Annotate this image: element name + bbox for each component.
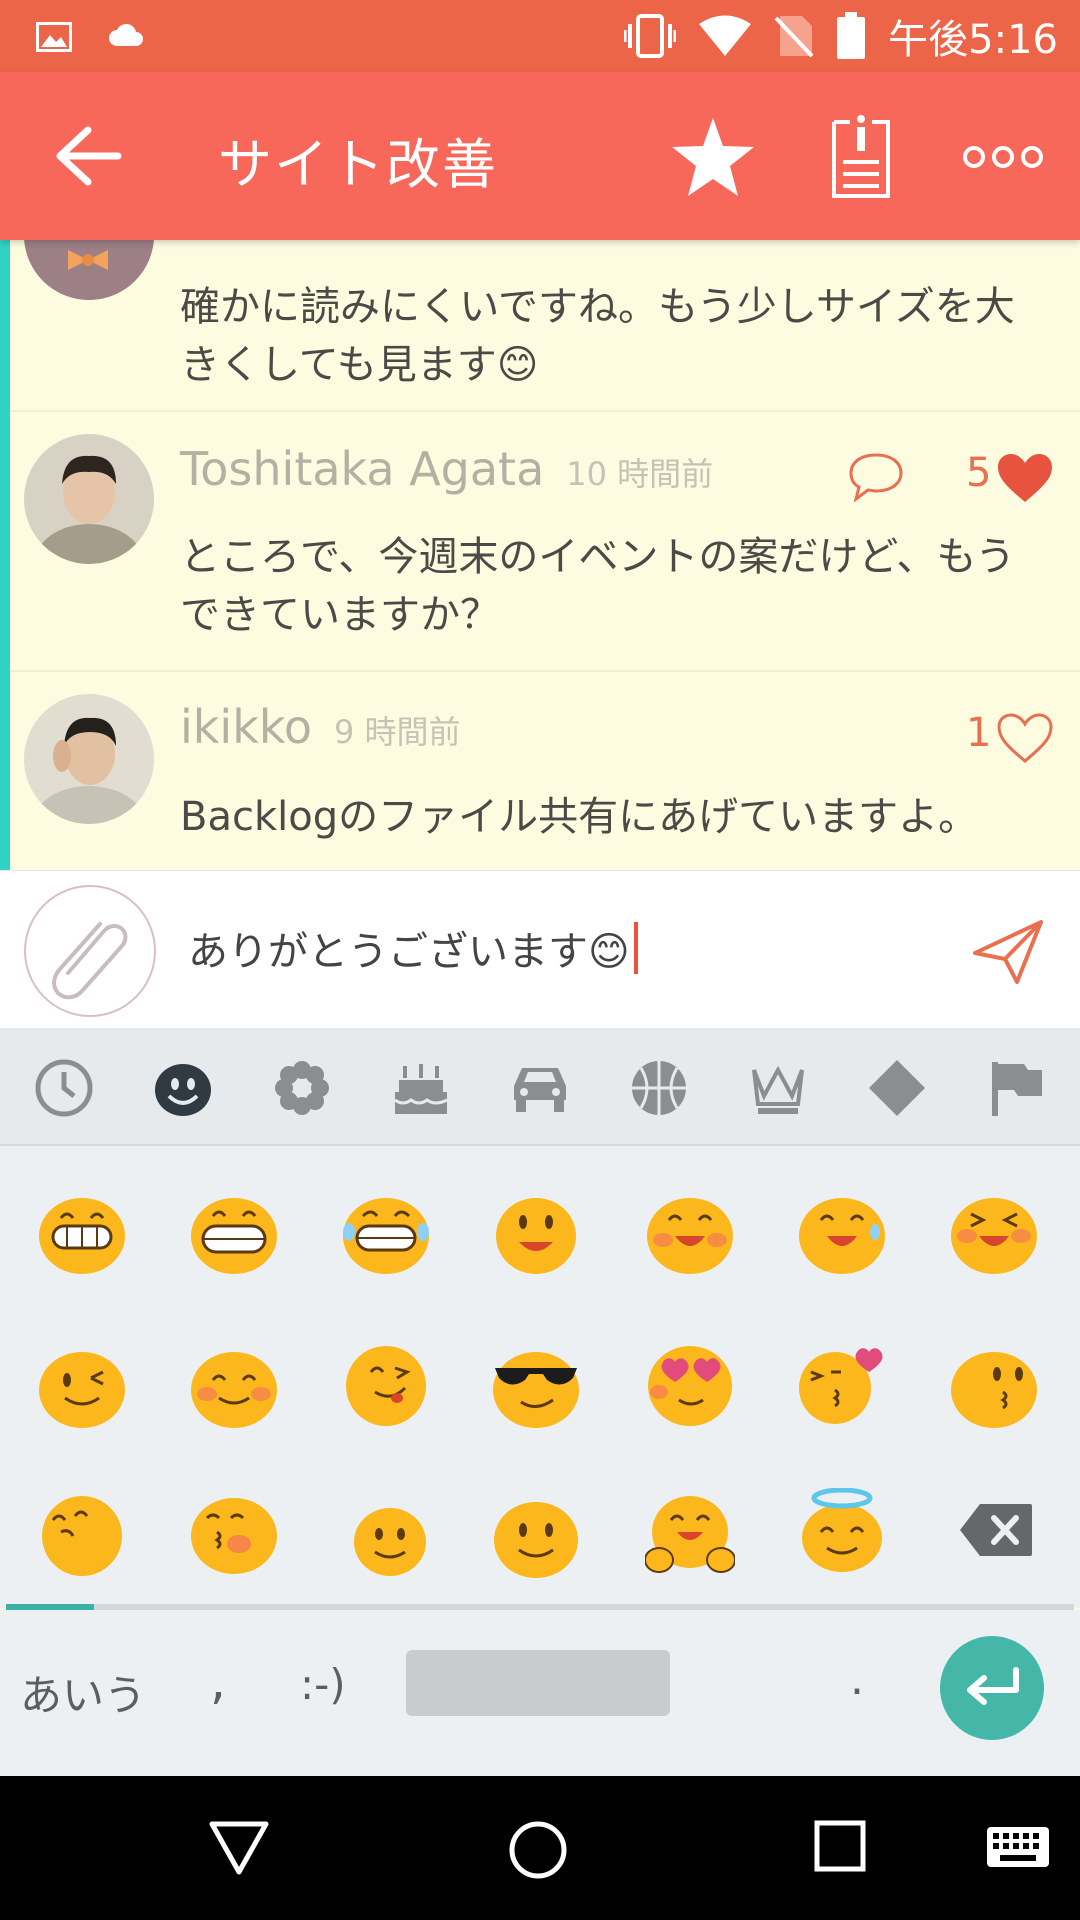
home-circle-icon[interactable] bbox=[508, 1820, 568, 1880]
emoji-category-bar bbox=[0, 1028, 1080, 1146]
keyboard-icon[interactable] bbox=[986, 1826, 1050, 1868]
cake-icon[interactable] bbox=[389, 1056, 453, 1120]
wink-emoji[interactable] bbox=[37, 1346, 127, 1430]
ball-icon[interactable] bbox=[627, 1056, 691, 1120]
kissing-closed-eyes-emoji[interactable] bbox=[189, 1492, 279, 1576]
accent-rail bbox=[0, 240, 10, 870]
slight-smile-emoji[interactable] bbox=[345, 1498, 435, 1582]
comment-text: Backlogのファイル共有にあげていますよ。 bbox=[180, 794, 979, 840]
comma-key[interactable]: , bbox=[210, 1652, 226, 1710]
heart-eyes-emoji[interactable] bbox=[645, 1342, 735, 1426]
flower-icon[interactable] bbox=[270, 1056, 334, 1120]
language-key[interactable]: あいう bbox=[20, 1662, 146, 1723]
period-key[interactable]: . bbox=[850, 1654, 864, 1705]
smiley-text-key[interactable]: :-) bbox=[300, 1660, 346, 1709]
like-count: 1 bbox=[966, 710, 992, 756]
relieved-emoji[interactable] bbox=[37, 1492, 127, 1576]
crown-icon[interactable] bbox=[746, 1056, 810, 1120]
more-options-icon[interactable] bbox=[962, 142, 1044, 172]
text-cursor bbox=[633, 922, 638, 974]
back-triangle-icon[interactable] bbox=[208, 1820, 270, 1876]
comment-list[interactable]: 確かに読みにくいですね。もう少しサイズを大きくしても見ます😊 Toshitaka… bbox=[0, 240, 1080, 870]
sunglasses-emoji[interactable] bbox=[491, 1346, 581, 1430]
sweat-smile-emoji[interactable] bbox=[797, 1192, 887, 1276]
grinning-emoji[interactable] bbox=[37, 1192, 127, 1276]
cloud-icon bbox=[109, 23, 143, 46]
comment-item: 確かに読みにくいですね。もう少しサイズを大きくしても見ます😊 bbox=[10, 240, 1080, 412]
yum-emoji[interactable] bbox=[341, 1342, 431, 1426]
attach-button[interactable] bbox=[24, 885, 156, 1017]
smiling-mouth-emoji[interactable] bbox=[491, 1192, 581, 1276]
car-icon[interactable] bbox=[508, 1056, 572, 1120]
halo-emoji[interactable] bbox=[797, 1488, 887, 1572]
paperclip-icon bbox=[52, 922, 128, 1000]
send-icon[interactable] bbox=[972, 919, 1044, 985]
comment-timestamp: 9 時間前 bbox=[333, 713, 461, 751]
status-bar: 午後5:16 bbox=[0, 0, 1080, 72]
star-icon[interactable] bbox=[670, 116, 756, 198]
enter-button[interactable] bbox=[940, 1636, 1044, 1740]
smiling-eyes-open-mouth-emoji[interactable] bbox=[645, 1192, 735, 1276]
no-sim-icon bbox=[774, 16, 814, 58]
flag-icon[interactable] bbox=[984, 1056, 1048, 1120]
document-info-icon[interactable] bbox=[830, 114, 892, 198]
avatar[interactable] bbox=[24, 434, 154, 564]
smile-emoji[interactable] bbox=[491, 1496, 581, 1580]
kissing-heart-emoji[interactable] bbox=[797, 1342, 887, 1426]
avatar[interactable] bbox=[24, 240, 154, 300]
page-title: サイト改善 bbox=[218, 133, 498, 196]
comment-text: 確かに読みにくいですね。もう少しサイズを大きくしても見ます😊 bbox=[180, 284, 1015, 388]
wifi-icon bbox=[699, 15, 752, 56]
like-count: 5 bbox=[966, 450, 992, 496]
backspace-icon[interactable] bbox=[958, 1502, 1034, 1558]
kissing-emoji[interactable] bbox=[949, 1346, 1039, 1430]
comment-author: Toshitaka Agata 10 時間前 bbox=[180, 442, 714, 496]
message-input[interactable]: ありがとうございます😊 bbox=[188, 919, 638, 977]
battery-icon bbox=[837, 12, 866, 59]
diamond-icon[interactable] bbox=[865, 1056, 929, 1120]
recent-icon[interactable] bbox=[32, 1056, 96, 1120]
navigation-bar bbox=[0, 1776, 1080, 1920]
comment-item: Toshitaka Agata 10 時間前 5 ところで、今週末のイベントの案だ… bbox=[10, 412, 1080, 672]
message-composer: ありがとうございます😊 bbox=[0, 870, 1080, 1028]
hugging-emoji[interactable] bbox=[645, 1492, 735, 1576]
keyboard-bottom-row: あいう , :-) . bbox=[0, 1610, 1080, 1776]
back-arrow-icon[interactable] bbox=[52, 124, 122, 188]
reply-icon[interactable] bbox=[848, 452, 904, 502]
status-time: 午後5:16 bbox=[888, 17, 1058, 63]
comment-author: ikikko 9 時間前 bbox=[180, 700, 461, 754]
app-bar: サイト改善 bbox=[0, 72, 1080, 240]
smiley-icon[interactable] bbox=[151, 1056, 215, 1120]
heart-filled-icon[interactable] bbox=[996, 452, 1054, 504]
big-grin-emoji[interactable] bbox=[189, 1192, 279, 1276]
vibrate-icon bbox=[624, 14, 677, 58]
squinting-laugh-emoji[interactable] bbox=[949, 1192, 1039, 1276]
image-icon bbox=[36, 22, 72, 52]
emoji-grid bbox=[0, 1146, 1080, 1608]
avatar[interactable] bbox=[24, 694, 154, 824]
tears-of-joy-emoji[interactable] bbox=[341, 1192, 431, 1276]
space-key[interactable] bbox=[406, 1650, 670, 1716]
comment-text: ところで、今週末のイベントの案だけど、もうできていますか？ bbox=[180, 534, 1016, 638]
comment-item: ikikko 9 時間前 1 Backlogのファイル共有にあげていますよ。 bbox=[10, 672, 1080, 870]
heart-outline-icon[interactable] bbox=[996, 712, 1054, 764]
blush-emoji[interactable] bbox=[189, 1346, 279, 1430]
enter-arrow-icon bbox=[967, 1667, 1019, 1705]
recents-square-icon[interactable] bbox=[814, 1820, 866, 1872]
comment-timestamp: 10 時間前 bbox=[566, 455, 714, 493]
